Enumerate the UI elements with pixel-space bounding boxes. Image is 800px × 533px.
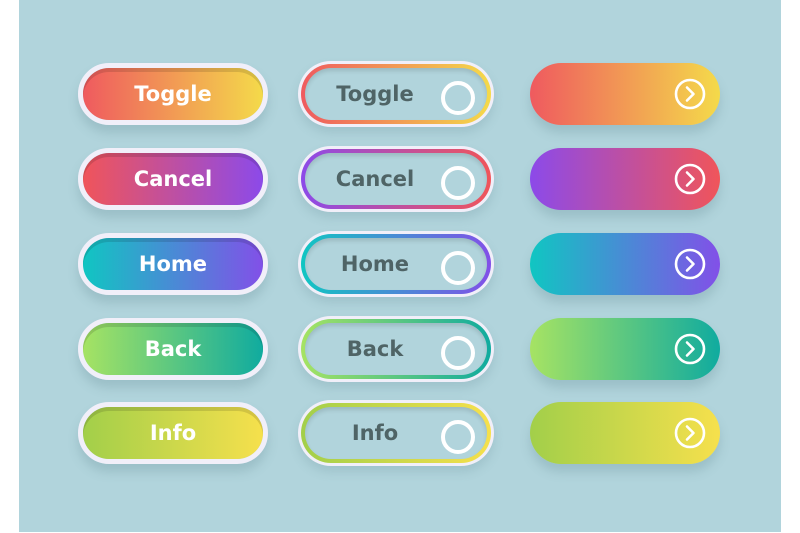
toggle-toggle-button[interactable]: Toggle — [298, 61, 494, 127]
info-toggle-inner: Info — [305, 407, 487, 459]
back-arrow-button[interactable] — [530, 318, 720, 380]
cancel-toggle-label: Cancel — [335, 167, 415, 191]
home-toggle-ring: Home — [301, 234, 491, 294]
toggle-toggle-inner: Toggle — [305, 68, 487, 120]
chevron-right-circle-icon — [674, 163, 706, 195]
cancel-toggle-ring: Cancel — [301, 149, 491, 209]
chevron-right-circle-icon — [674, 78, 706, 110]
cancel-button-label: Cancel — [133, 167, 213, 191]
back-toggle-ring: Back — [301, 319, 491, 379]
info-toggle-label: Info — [351, 421, 399, 445]
toggle-circle-icon — [441, 336, 475, 370]
toggle-circle-icon — [441, 420, 475, 454]
home-arrow-button[interactable] — [530, 233, 720, 295]
toggle-circle-icon — [441, 81, 475, 115]
toggle-button-fill: Toggle — [83, 68, 263, 120]
toggle-arrow-button[interactable] — [530, 63, 720, 125]
home-toggle-label: Home — [340, 252, 410, 276]
chevron-right-circle-icon — [674, 417, 706, 449]
home-toggle-inner: Home — [305, 238, 487, 290]
home-button-label: Home — [138, 252, 208, 276]
info-toggle-button[interactable]: Info — [298, 400, 494, 466]
back-button-fill: Back — [83, 323, 263, 375]
back-button[interactable]: Back — [78, 318, 268, 380]
toggle-toggle-ring: Toggle — [301, 64, 491, 124]
toggle-circle-icon — [441, 251, 475, 285]
cancel-button-fill: Cancel — [83, 153, 263, 205]
home-toggle-button[interactable]: Home — [298, 231, 494, 297]
chevron-right-circle-icon — [674, 333, 706, 365]
home-button-fill: Home — [83, 238, 263, 290]
toggle-button-label: Toggle — [134, 82, 212, 106]
toggle-toggle-label: Toggle — [336, 82, 414, 106]
cancel-button[interactable]: Cancel — [78, 148, 268, 210]
toggle-circle-icon — [441, 166, 475, 200]
info-arrow-button[interactable] — [530, 402, 720, 464]
cancel-toggle-button[interactable]: Cancel — [298, 146, 494, 212]
info-button-label: Info — [149, 421, 197, 445]
toggle-button[interactable]: Toggle — [78, 63, 268, 125]
back-button-label: Back — [144, 337, 202, 361]
back-toggle-inner: Back — [305, 323, 487, 375]
back-toggle-button[interactable]: Back — [298, 316, 494, 382]
chevron-right-circle-icon — [674, 248, 706, 280]
info-button[interactable]: Info — [78, 402, 268, 464]
home-button[interactable]: Home — [78, 233, 268, 295]
cancel-arrow-button[interactable] — [530, 148, 720, 210]
info-toggle-ring: Info — [301, 403, 491, 463]
back-toggle-label: Back — [346, 337, 404, 361]
info-button-fill: Info — [83, 407, 263, 459]
cancel-toggle-inner: Cancel — [305, 153, 487, 205]
